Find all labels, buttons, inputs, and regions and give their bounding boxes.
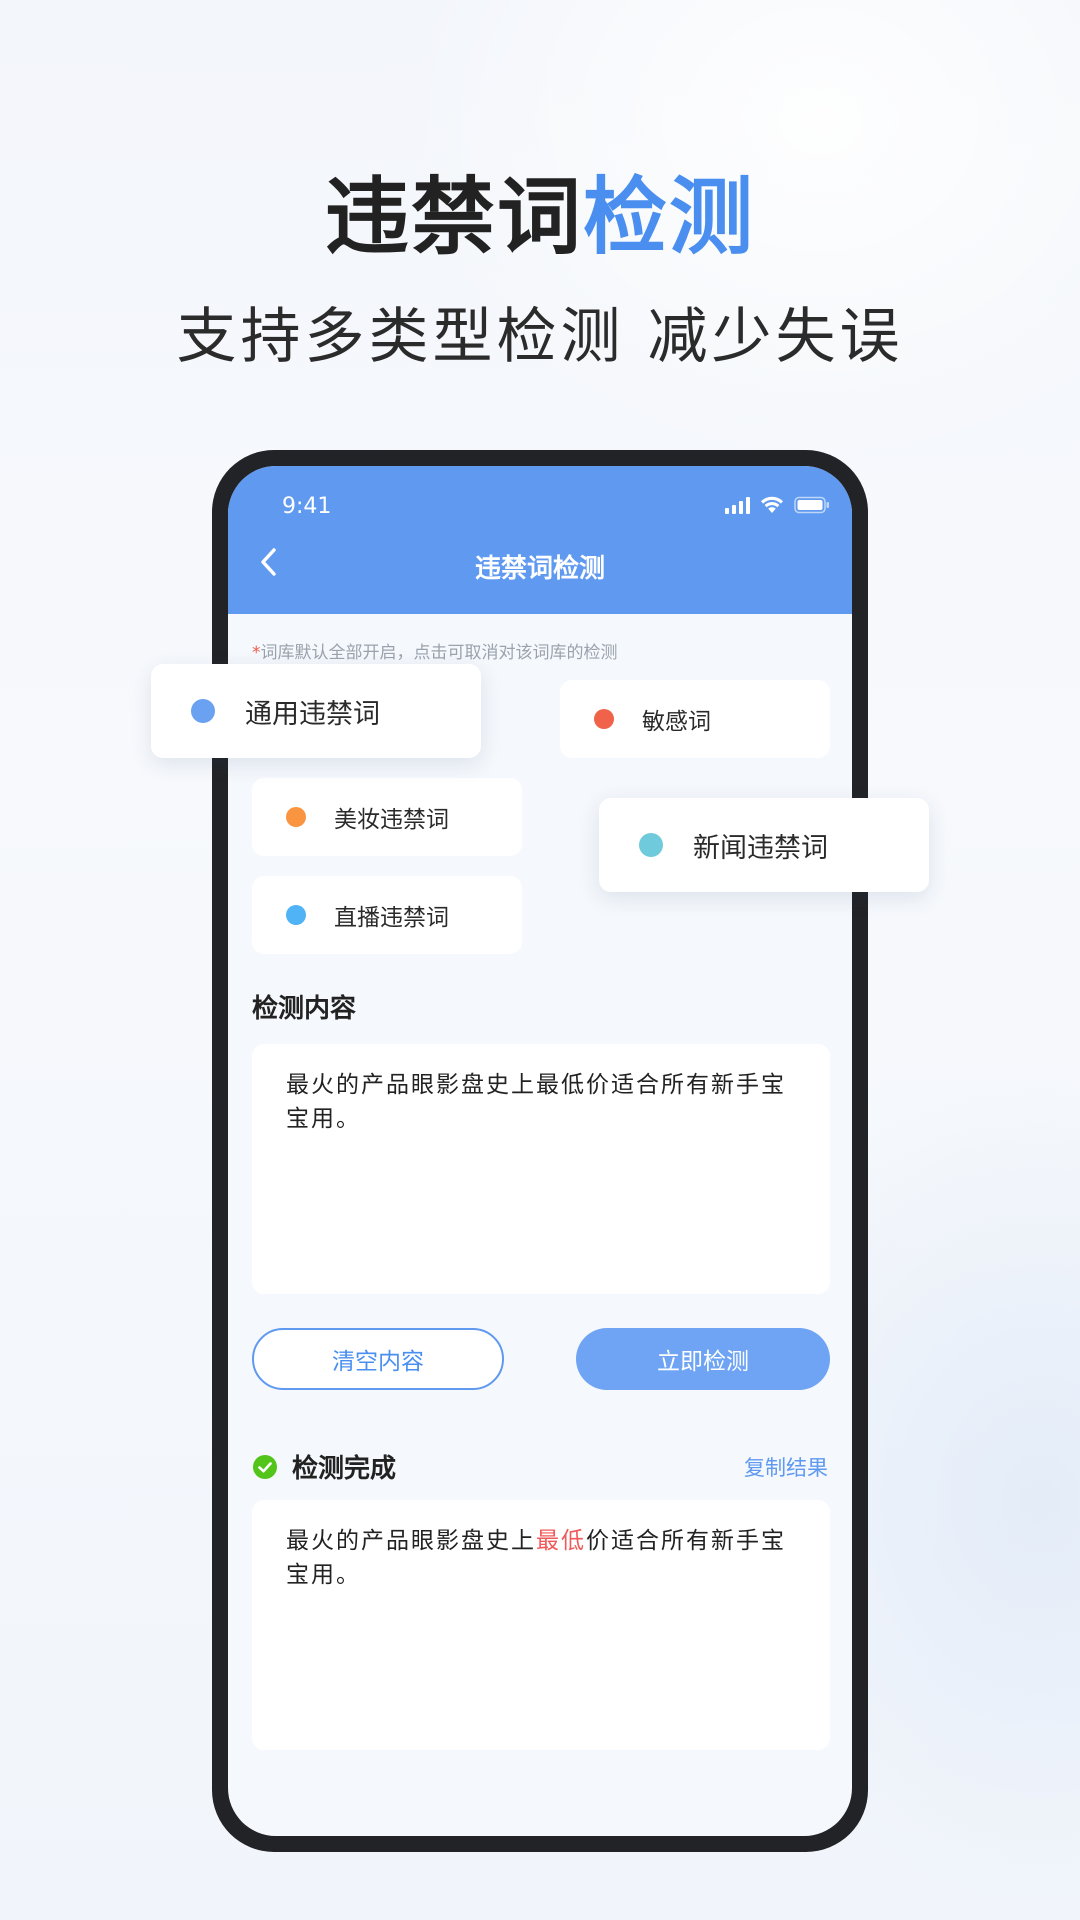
category-dot <box>286 905 306 925</box>
chip-label: 敏感词 <box>642 709 711 735</box>
chip-label: 直播违禁词 <box>334 905 449 931</box>
wifi-icon <box>760 496 784 514</box>
chip-beauty-banned-words[interactable]: 美妆违禁词 <box>252 778 522 856</box>
flagged-word: 最低 <box>536 1528 586 1554</box>
result-text: 最火的产品眼影盘史上最低价适合所有新手宝宝用。 <box>286 1528 786 1588</box>
chip-live-banned-words[interactable]: 直播违禁词 <box>252 876 522 954</box>
category-dot <box>286 807 306 827</box>
hero-title: 违禁词检测 <box>0 150 1080 271</box>
app-header: 9:41 违禁词检测 <box>228 466 852 614</box>
status-time: 9:41 <box>282 494 332 519</box>
phone-frame: 9:41 违禁词检测 *词库默认全部开启，点击可取消对该词库的检测 敏感词 美妆… <box>212 450 868 1852</box>
chip-sensitive-words[interactable]: 敏感词 <box>560 680 830 758</box>
category-dot <box>594 709 614 729</box>
result-box: 最火的产品眼影盘史上最低价适合所有新手宝宝用。 <box>252 1500 830 1750</box>
content-input-text: 最火的产品眼影盘史上最低价适合所有新手宝宝用。 <box>286 1072 786 1132</box>
status-icons <box>725 496 830 514</box>
chip-label: 新闻违禁词 <box>693 832 828 864</box>
library-hint: *词库默认全部开启，点击可取消对该词库的检测 <box>252 643 618 663</box>
hero-title-accent: 检测 <box>583 168 756 266</box>
chip-label: 通用违禁词 <box>245 698 380 730</box>
chip-label: 美妆违禁词 <box>334 807 449 833</box>
result-status: 检测完成 <box>292 1454 397 1484</box>
input-section-title: 检测内容 <box>252 994 357 1024</box>
content-input[interactable]: 最火的产品眼影盘史上最低价适合所有新手宝宝用。 <box>252 1044 830 1294</box>
hero-subtitle: 支持多类型检测 减少失误 <box>176 302 904 372</box>
nav-title: 违禁词检测 <box>474 554 605 584</box>
hero-title-main: 违禁词 <box>324 168 583 266</box>
check-circle-icon <box>252 1454 278 1480</box>
category-dot <box>191 699 215 723</box>
battery-icon <box>794 496 830 514</box>
signal-icon <box>725 496 750 514</box>
category-dot <box>639 833 663 857</box>
chip-news-banned-words[interactable]: 新闻违禁词 <box>599 798 929 892</box>
chip-general-banned-words[interactable]: 通用违禁词 <box>151 664 481 758</box>
clear-button[interactable]: 清空内容 <box>252 1328 504 1390</box>
check-now-button[interactable]: 立即检测 <box>576 1328 830 1390</box>
copy-result-link[interactable]: 复制结果 <box>744 1452 828 1482</box>
